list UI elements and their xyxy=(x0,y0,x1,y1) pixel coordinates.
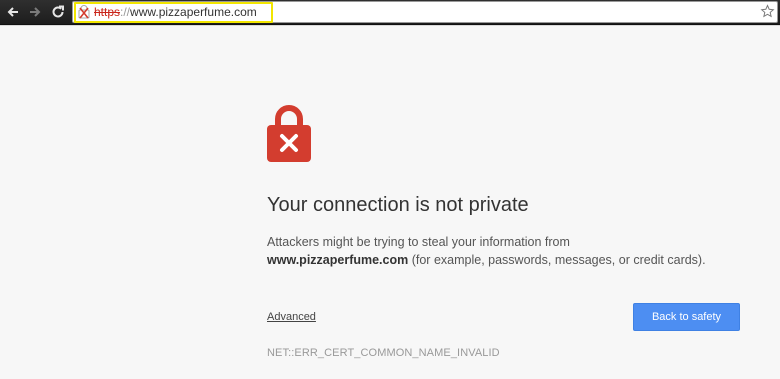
page-title: Your connection is not private xyxy=(267,194,529,216)
warning-message: Attackers might be trying to steal your … xyxy=(267,233,741,269)
back-arrow-icon[interactable] xyxy=(4,3,22,21)
address-bar[interactable]: https://www.pizzaperfume.com xyxy=(72,1,778,23)
red-lock-icon xyxy=(267,105,311,162)
advanced-link[interactable]: Advanced xyxy=(267,310,316,324)
url-scheme: https xyxy=(94,5,121,19)
star-icon[interactable] xyxy=(760,4,775,19)
browser-toolbar: https://www.pizzaperfume.com xyxy=(0,0,780,25)
forward-arrow-icon[interactable] xyxy=(26,3,44,21)
toolbar-divider xyxy=(0,25,780,26)
url-separator: :// xyxy=(120,5,131,19)
url-text[interactable]: https://www.pizzaperfume.com xyxy=(94,5,257,20)
message-prefix: Attackers might be trying to steal your … xyxy=(267,235,570,249)
error-code: NET::ERR_CERT_COMMON_NAME_INVALID xyxy=(267,347,500,359)
url-host: www.pizzaperfume.com xyxy=(130,5,257,19)
reload-icon[interactable] xyxy=(49,3,67,21)
message-suffix: (for example, passwords, messages, or cr… xyxy=(411,253,706,267)
broken-lock-icon[interactable] xyxy=(78,5,90,19)
site-domain: www.pizzaperfume.com xyxy=(267,253,409,267)
back-to-safety-button[interactable]: Back to safety xyxy=(633,303,740,331)
